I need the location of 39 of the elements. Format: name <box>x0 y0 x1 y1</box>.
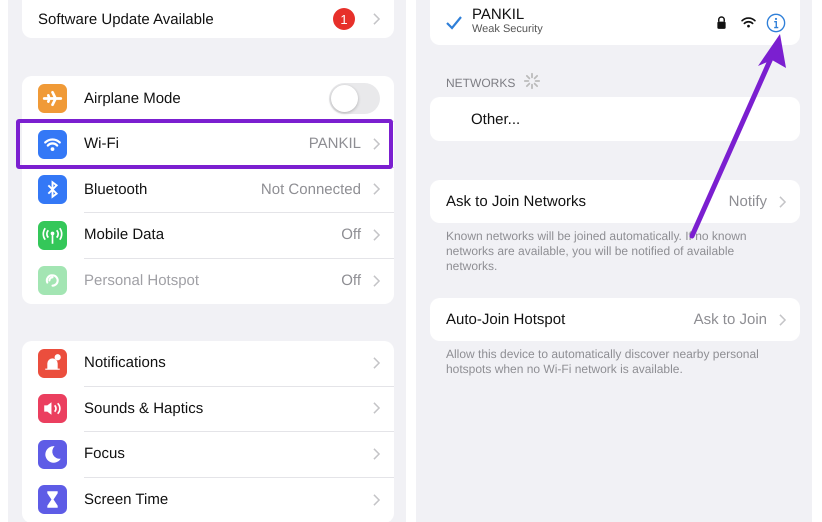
row-value: Not Connected <box>260 180 361 198</box>
row-label: Auto-Join Hotspot <box>446 311 566 328</box>
wifi-icon <box>741 17 756 28</box>
chevron-icon <box>373 13 380 25</box>
network-name: PANKIL <box>472 6 526 23</box>
chevron-icon <box>373 274 380 287</box>
chevron-icon <box>373 448 380 460</box>
chevron-icon <box>779 314 786 326</box>
row-label: Airplane Mode <box>84 90 182 107</box>
row-label: Screen Time <box>84 491 170 508</box>
chevron-icon <box>373 183 380 196</box>
notification-badge: 1 <box>333 8 355 30</box>
row-label: Ask to Join Networks <box>446 193 588 210</box>
toggle-switch[interactable] <box>329 82 380 114</box>
spinner-icon <box>523 72 542 90</box>
row-label: Bluetooth <box>84 180 148 198</box>
row-label: Focus <box>84 445 126 462</box>
chevron-icon <box>373 138 380 150</box>
row-label: Personal Hotspot <box>84 272 200 290</box>
lock-icon <box>716 16 727 29</box>
row-value: Ask to Join <box>694 311 767 328</box>
row-value: Off <box>341 226 361 244</box>
row-label: Notifications <box>84 354 167 372</box>
chevron-icon <box>373 228 380 241</box>
chevron-icon <box>373 494 380 506</box>
chevron-icon <box>373 402 380 414</box>
row-label: Wi-Fi <box>84 135 120 152</box>
row-label: Sounds & Haptics <box>84 400 204 417</box>
row-label: Software Update Available <box>38 10 215 28</box>
info-icon[interactable] <box>766 12 786 32</box>
footnote-text: Allow this device to automatically discover nearby personal hotspots when no Wi-Fi network is available. <box>445 347 760 377</box>
chevron-icon <box>373 356 380 369</box>
row-value: Notify <box>728 193 767 210</box>
row-value: Off <box>341 272 361 290</box>
row-label: Mobile Data <box>84 226 166 244</box>
row-value: PANKIL <box>308 135 361 152</box>
security-warning: Weak Security <box>472 23 544 35</box>
section-header: NETWORKS <box>446 76 516 90</box>
chevron-icon <box>779 196 786 208</box>
